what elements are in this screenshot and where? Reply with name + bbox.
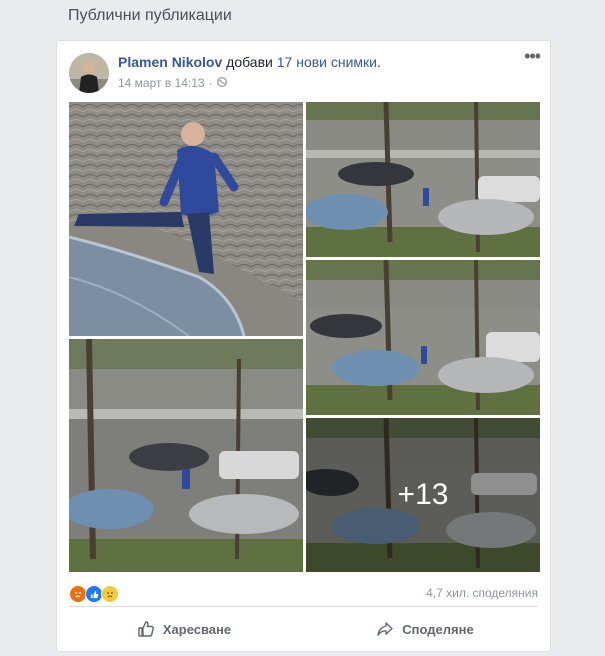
like-button[interactable]: Харесване — [69, 613, 299, 645]
photo-3[interactable] — [306, 102, 540, 257]
like-button-label: Харесване — [162, 621, 232, 637]
more-options-icon[interactable]: ••• — [524, 47, 541, 65]
share-button[interactable]: Споделяне — [310, 613, 540, 645]
header-period: . — [377, 54, 381, 70]
sad-reaction-icon — [101, 585, 119, 603]
post-card: Plamen Nikolov добави 17 нови снимки. 14… — [56, 40, 551, 652]
shares-count[interactable]: 4,7 хил. споделяния — [426, 586, 538, 600]
reactions-summary[interactable] — [69, 585, 119, 603]
avatar[interactable] — [69, 53, 109, 93]
section-title: Публични публикации — [68, 7, 232, 24]
globe-icon[interactable] — [216, 76, 227, 90]
post-meta: 14 март в 14:13 · — [118, 76, 227, 90]
post-header-line: Plamen Nikolov добави 17 нови снимки. — [118, 54, 381, 70]
post-action-text: добави — [226, 54, 273, 70]
post-timestamp-link[interactable]: 14 март в 14:13 — [118, 76, 205, 90]
photo-count-link[interactable]: 17 нови снимки — [277, 54, 377, 70]
photo-5[interactable]: +13 — [306, 418, 540, 572]
thumbs-up-icon — [138, 621, 154, 637]
photo-2[interactable] — [69, 339, 303, 572]
photo-1[interactable] — [69, 102, 303, 336]
author-name-link[interactable]: Plamen Nikolov — [118, 54, 222, 70]
share-arrow-icon — [377, 622, 393, 636]
meta-separator: · — [208, 76, 213, 90]
more-photos-overlay[interactable]: +13 — [306, 418, 540, 572]
divider — [69, 606, 538, 607]
photo-4[interactable] — [306, 260, 540, 415]
share-button-label: Споделяне — [402, 621, 474, 637]
